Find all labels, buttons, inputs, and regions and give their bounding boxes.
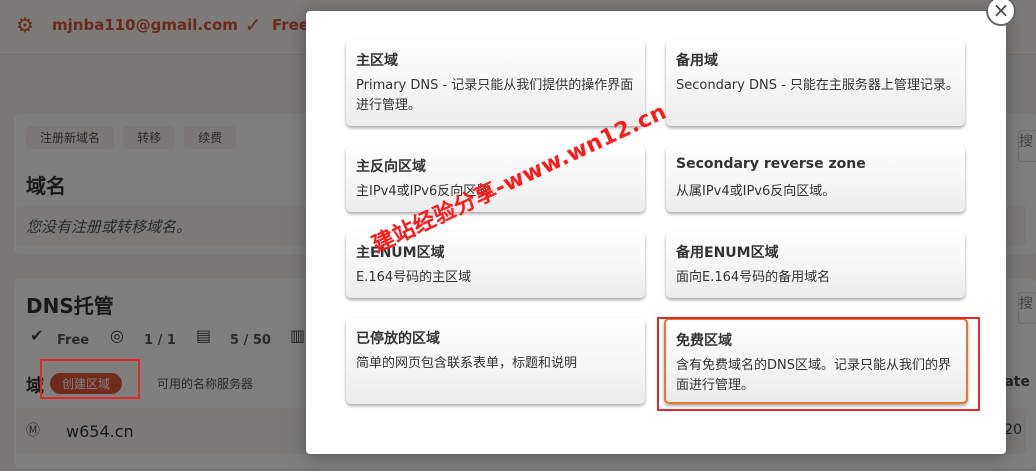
option-desc: 简单的网页包含联系表单，标题和说明 [356,356,578,371]
option-parked-zone[interactable]: 已停放的区域 简单的网页包含联系表单，标题和说明 [346,318,645,404]
option-primary-zone[interactable]: 主区域 Primary DNS - 记录只能从我们提供的操作界面进行管理。 [346,40,645,126]
option-title: 已停放的区域 [356,331,440,347]
highlight-free-zone [657,317,980,411]
option-title: Secondary reverse zone [676,156,866,172]
option-desc: 从属IPv4或IPv6反向区域。 [676,184,836,199]
option-title: 主反向区域 [356,159,426,175]
option-desc: E.164号码的主区域 [356,270,472,285]
option-desc: 面向E.164号码的备用域名 [676,270,831,285]
option-secondary-reverse-zone[interactable]: Secondary reverse zone 从属IPv4或IPv6反向区域。 [666,146,965,212]
option-secondary-enum-zone[interactable]: 备用ENUM区域 面向E.164号码的备用域名 [666,232,965,298]
option-desc: Primary DNS - 记录只能从我们提供的操作界面进行管理。 [356,78,634,113]
option-title: 主区域 [356,53,398,69]
option-title: 备用ENUM区域 [676,245,779,261]
option-desc: Secondary DNS - 只能在主服务器上管理记录。 [676,78,959,93]
option-secondary-zone[interactable]: 备用域 Secondary DNS - 只能在主服务器上管理记录。 [666,40,965,126]
highlight-create-zone [40,359,140,399]
option-title: 备用域 [676,53,718,69]
